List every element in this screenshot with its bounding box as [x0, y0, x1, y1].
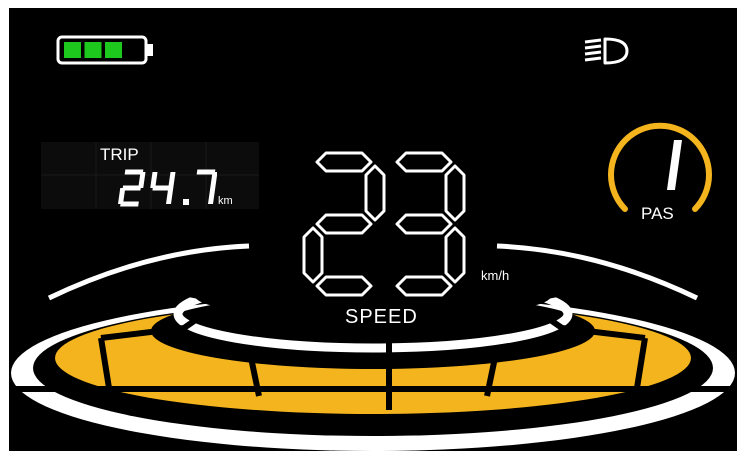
- speed-digit: [395, 151, 466, 297]
- display-screen: TRIP km PAS km/h SPEED: [9, 8, 737, 451]
- trip-digit: [196, 169, 217, 204]
- pas-digit: [666, 140, 682, 190]
- trip-value-display: [118, 169, 217, 207]
- headlight-icon: [584, 37, 629, 65]
- speed-label: SPEED: [345, 306, 418, 328]
- trip-digit: [118, 169, 146, 207]
- trip-decimal-point: [183, 199, 189, 205]
- speed-unit: km/h: [481, 268, 510, 283]
- trip-digit: [150, 172, 176, 204]
- battery-cells: [64, 42, 122, 58]
- speed-digit: [302, 151, 386, 297]
- speed-value-display: [302, 151, 466, 297]
- pas-label: PAS: [641, 204, 674, 223]
- battery-icon: [56, 35, 153, 65]
- trip-label: TRIP: [100, 145, 139, 164]
- battery-cell: [105, 42, 122, 58]
- battery-cell: [64, 42, 81, 58]
- trip-unit: km: [218, 195, 233, 207]
- battery-cell: [84, 42, 102, 58]
